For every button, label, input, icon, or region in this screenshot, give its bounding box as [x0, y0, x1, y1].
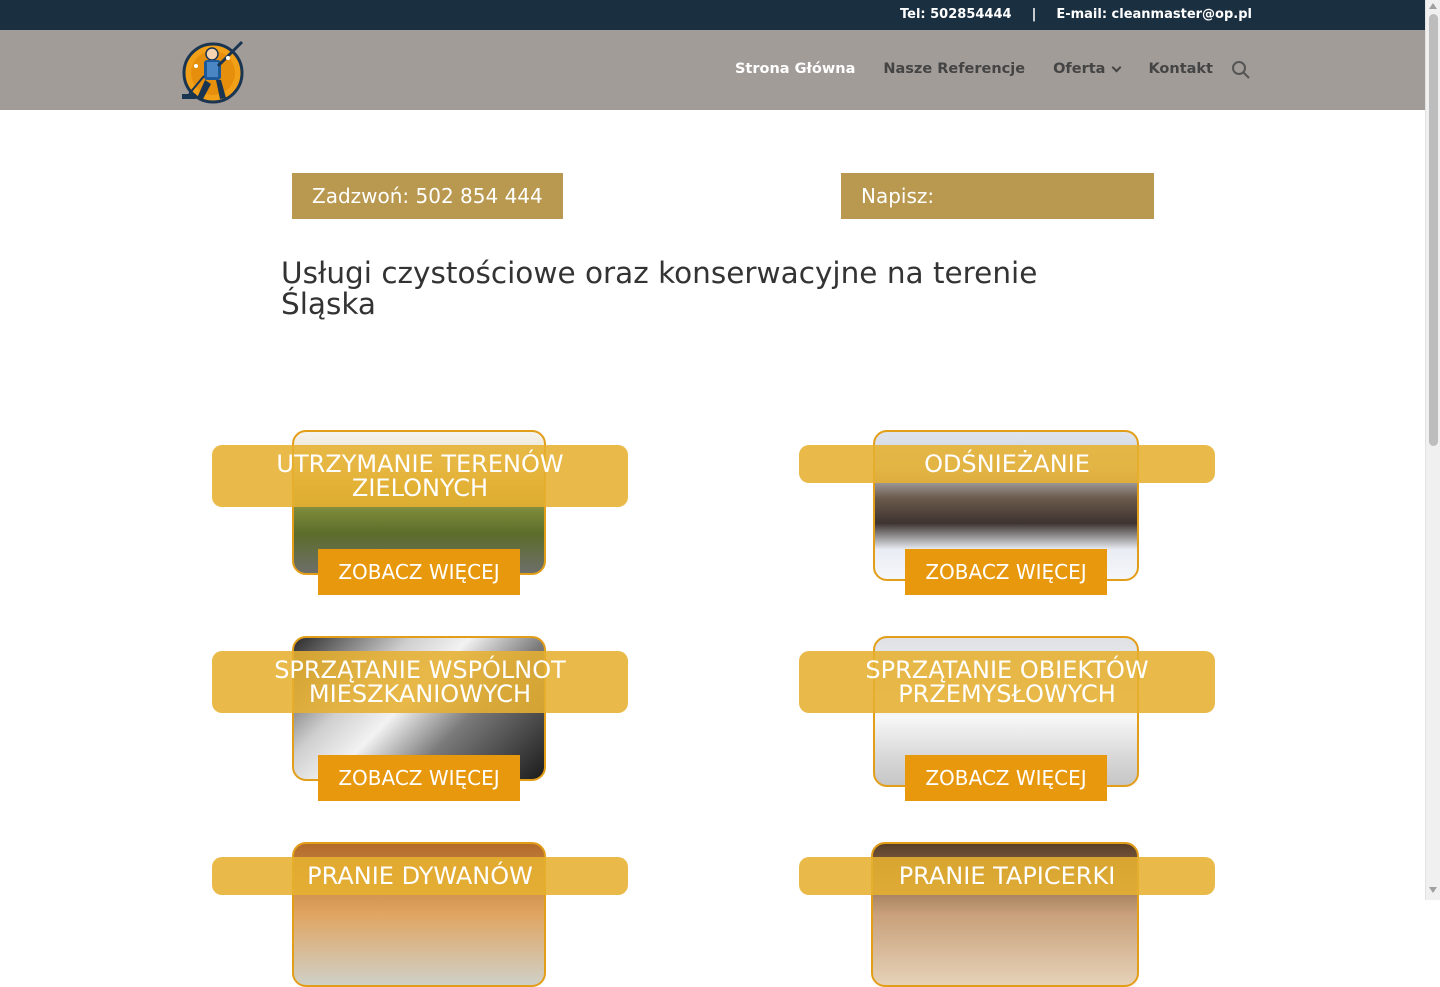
service-card-upholstery-washing: PRANIE TAPICERKI: [799, 842, 1215, 987]
nav-label: Kontakt: [1148, 61, 1213, 77]
see-more-button[interactable]: ZOBACZ WIĘCEJ: [318, 755, 520, 801]
nav-item-offer[interactable]: Oferta: [1053, 61, 1122, 77]
service-title: PRANIE DYWANÓW: [212, 857, 628, 895]
service-title: UTRZYMANIE TERENÓW ZIELONYCH: [212, 445, 628, 507]
phone-link[interactable]: Tel: 502854444: [900, 7, 1012, 22]
service-card-snow-removal: ODŚNIEŻANIE ZOBACZ WIĘCEJ: [799, 430, 1215, 595]
page-scrollbar[interactable]: [1425, 0, 1440, 900]
nav-label: Strona Główna: [734, 61, 856, 77]
service-card-housing-communities: SPRZĄTANIE WSPÓLNOT MIESZKANIOWYCH ZOBAC…: [212, 636, 628, 801]
main-nav: Strona Główna Nasze Referencje Oferta Ko…: [707, 61, 1213, 77]
site-header: Strona Główna Nasze Referencje Oferta Ko…: [0, 30, 1425, 110]
service-card-industrial-facilities: SPRZĄTANIE OBIEKTÓW PRZEMYSŁOWYCH ZOBACZ…: [799, 636, 1215, 801]
email-link[interactable]: E-mail: cleanmaster@op.pl: [1056, 7, 1252, 22]
scroll-up-arrow-icon[interactable]: [1429, 3, 1437, 9]
service-title: ODŚNIEŻANIE: [799, 445, 1215, 483]
chevron-down-icon: [1111, 62, 1122, 72]
service-title: SPRZĄTANIE WSPÓLNOT MIESZKANIOWYCH: [212, 651, 628, 713]
search-icon[interactable]: [1231, 60, 1251, 80]
service-title: SPRZĄTANIE OBIEKTÓW PRZEMYSŁOWYCH: [799, 651, 1215, 713]
contact-info: Tel: 502854444 | E-mail: cleanmaster@op.…: [900, 7, 1252, 22]
nav-label: Nasze Referencje: [883, 61, 1026, 77]
page-heading: Usługi czystościowe oraz konserwacyjne n…: [281, 256, 1038, 321]
email-button[interactable]: Napisz: cleanmaster@op.pl: [841, 173, 1154, 254]
see-more-button[interactable]: ZOBACZ WIĘCEJ: [905, 755, 1107, 801]
nav-label: Oferta: [1053, 61, 1106, 77]
nav-item-contact[interactable]: Kontakt: [1148, 61, 1213, 77]
top-contact-bar: Tel: 502854444 | E-mail: cleanmaster@op.…: [0, 0, 1425, 30]
nav-item-home[interactable]: Strona Główna: [735, 61, 855, 77]
scrollbar-thumb[interactable]: [1429, 14, 1438, 446]
see-more-button[interactable]: ZOBACZ WIĘCEJ: [905, 549, 1107, 595]
service-card-green-areas: UTRZYMANIE TERENÓW ZIELONYCH ZOBACZ WIĘC…: [212, 430, 628, 595]
service-card-carpet-washing: PRANIE DYWANÓW: [212, 842, 628, 987]
see-more-button[interactable]: ZOBACZ WIĘCEJ: [318, 549, 520, 595]
scroll-down-arrow-icon[interactable]: [1429, 887, 1437, 893]
cleaner-mascot-logo[interactable]: [180, 38, 246, 104]
service-title: PRANIE TAPICERKI: [799, 857, 1215, 895]
nav-item-references[interactable]: Nasze Referencje: [883, 61, 1025, 77]
separator: |: [1031, 7, 1037, 22]
call-button[interactable]: Zadzwoń: 502 854 444: [292, 173, 563, 219]
